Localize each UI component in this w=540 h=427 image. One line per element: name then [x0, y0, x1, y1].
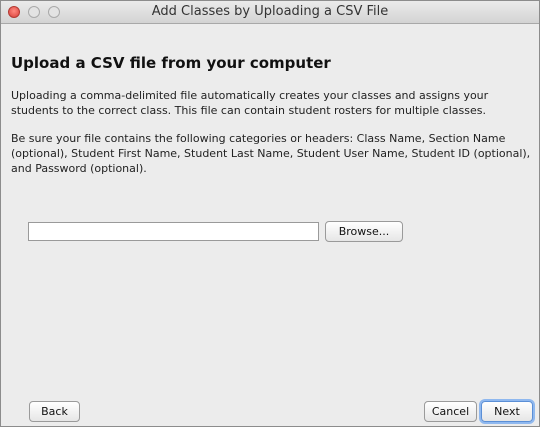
back-button[interactable]: Back [29, 401, 80, 422]
intro-paragraph: Uploading a comma-delimited file automat… [11, 89, 489, 117]
file-path-input[interactable] [28, 222, 319, 241]
browse-button[interactable]: Browse... [325, 221, 403, 242]
cancel-button[interactable]: Cancel [424, 401, 477, 422]
window-title: Add Classes by Uploading a CSV File [151, 4, 389, 19]
title-bar[interactable]: Add Classes by Uploading a CSV File [1, 1, 539, 24]
next-button[interactable]: Next [481, 401, 533, 422]
dialog-window: Add Classes by Uploading a CSV File Uplo… [0, 0, 540, 427]
headers-paragraph: Be sure your file contains the following… [11, 132, 531, 175]
page-heading: Upload a CSV file from your computer [11, 54, 331, 72]
